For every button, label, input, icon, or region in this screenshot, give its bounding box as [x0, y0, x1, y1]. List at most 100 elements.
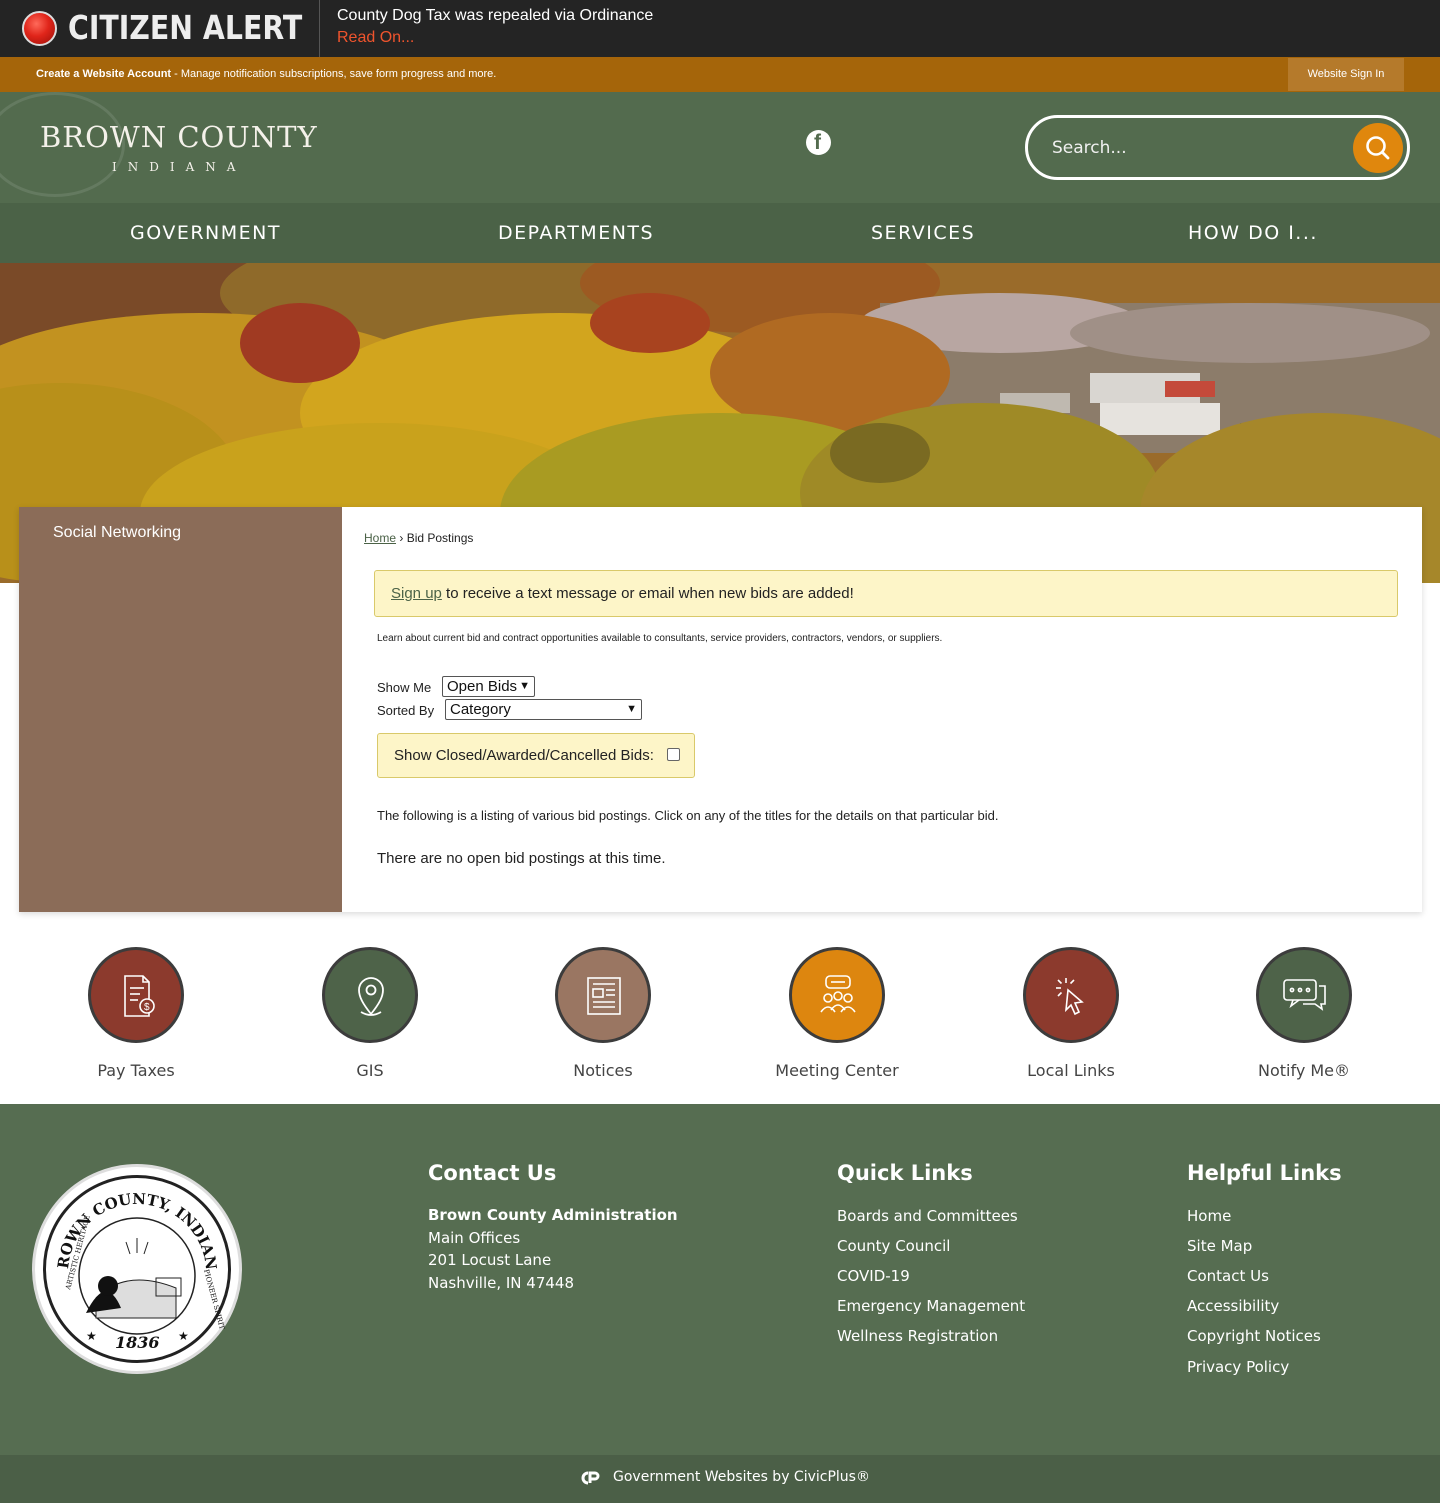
breadcrumb-current: Bid Postings — [406, 531, 474, 545]
chevron-down-icon: ▼ — [519, 680, 530, 692]
footer-link-boards[interactable]: Boards and Committees — [837, 1207, 1018, 1225]
breadcrumb: Home › Bid Postings — [364, 531, 473, 545]
closed-bids-checkbox[interactable] — [667, 748, 680, 761]
quick-links-heading: Quick Links — [837, 1161, 973, 1185]
quick-link-label: Local Links — [1027, 1061, 1115, 1080]
search-button[interactable] — [1353, 123, 1403, 173]
gis-circle[interactable] — [322, 947, 418, 1043]
quick-link-label: Notify Me® — [1257, 1061, 1351, 1080]
footer-link-emergency[interactable]: Emergency Management — [837, 1297, 1025, 1315]
alert-brand: CITIZEN ALERT — [0, 0, 320, 57]
breadcrumb-separator: › — [396, 531, 407, 545]
notify-me-circle[interactable] — [1256, 947, 1352, 1043]
show-me-label: Show Me — [377, 680, 432, 695]
empty-state-message: There are no open bid postings at this t… — [377, 850, 666, 867]
account-bar: Create a Website Account - Manage notifi… — [0, 57, 1440, 92]
svg-text:$: $ — [144, 1002, 150, 1013]
footer-link-covid[interactable]: COVID-19 — [837, 1267, 910, 1285]
main-nav: GOVERNMENT DEPARTMENTS SERVICES HOW DO I… — [0, 203, 1440, 263]
site-footer: BROWN COUNTY, INDIANA ARTISTIC HERITAGE … — [0, 1104, 1440, 1455]
nav-government[interactable]: GOVERNMENT — [130, 222, 281, 244]
intro-text: Learn about current bid and contract opp… — [377, 633, 943, 644]
site-header: BROWN COUNTY INDIANA f — [0, 92, 1440, 203]
helpful-links-heading: Helpful Links — [1187, 1161, 1342, 1185]
chevron-down-icon: ▼ — [626, 703, 637, 715]
county-seal[interactable]: BROWN COUNTY, INDIANA ARTISTIC HERITAGE … — [32, 1164, 242, 1374]
show-me-select[interactable]: Open Bids ▼ — [442, 676, 535, 697]
notices-circle[interactable] — [555, 947, 651, 1043]
content-card: Social Networking Home › Bid Postings Si… — [19, 507, 1422, 912]
contact-org: Brown County Administration — [428, 1206, 678, 1224]
sorted-by-value: Category — [450, 701, 511, 718]
account-text: Create a Website Account - Manage notifi… — [36, 68, 496, 80]
quick-link-meeting-center[interactable]: Meeting Center — [721, 947, 951, 1087]
footer-link-copyright[interactable]: Copyright Notices — [1187, 1327, 1321, 1345]
svg-text:★: ★ — [178, 1329, 189, 1343]
civicplus-credit-link[interactable]: Government Websites by CivicPlus® — [613, 1469, 870, 1485]
sidebar: Social Networking — [19, 507, 342, 912]
quick-link-local-links[interactable]: Local Links — [955, 947, 1185, 1087]
alert-title: CITIZEN ALERT — [68, 8, 303, 47]
nav-how-do-i[interactable]: HOW DO I... — [1188, 222, 1318, 244]
quick-link-pay-taxes[interactable]: $ Pay Taxes — [20, 947, 250, 1087]
meeting-center-circle[interactable] — [789, 947, 885, 1043]
contact-us-heading: Contact Us — [428, 1161, 557, 1185]
listing-description: The following is a listing of various bi… — [377, 808, 999, 823]
alert-message[interactable]: County Dog Tax was repealed via Ordinanc… — [337, 7, 653, 25]
breadcrumb-home-link[interactable]: Home — [364, 531, 396, 545]
logo-subtitle[interactable]: INDIANA — [112, 160, 246, 174]
closed-bids-filter: Show Closed/Awarded/Cancelled Bids: — [377, 733, 695, 778]
sorted-by-select[interactable]: Category ▼ — [445, 699, 642, 720]
quick-link-notices[interactable]: Notices — [487, 947, 717, 1087]
contact-line-1: Main Offices — [428, 1229, 521, 1247]
cursor-click-icon — [1056, 978, 1084, 1016]
quick-link-label: Pay Taxes — [97, 1061, 175, 1080]
civicplus-logo-icon[interactable] — [577, 1470, 603, 1486]
seal-year: 1836 — [115, 1333, 160, 1352]
sorted-by-label: Sorted By — [377, 703, 435, 718]
search-input[interactable] — [1052, 133, 1342, 163]
nav-services[interactable]: SERVICES — [871, 222, 975, 244]
footer-link-home[interactable]: Home — [1187, 1207, 1231, 1225]
tax-document-icon: $ — [124, 975, 155, 1017]
quick-link-label: GIS — [356, 1061, 384, 1080]
seal-ring: BROWN COUNTY, INDIANA ARTISTIC HERITAGE … — [43, 1175, 231, 1363]
logo-name[interactable]: BROWN COUNTY — [40, 120, 318, 154]
contact-line-3: Nashville, IN 47448 — [428, 1274, 575, 1292]
footer-link-county-council[interactable]: County Council — [837, 1237, 950, 1255]
seal-artwork: BROWN COUNTY, INDIANA ARTISTIC HERITAGE … — [46, 1178, 226, 1352]
quick-link-gis[interactable]: GIS — [254, 947, 484, 1087]
account-description: - Manage notification subscriptions, sav… — [171, 68, 497, 80]
closed-bids-label: Show Closed/Awarded/Cancelled Bids: — [394, 747, 654, 764]
create-account-link[interactable]: Create a Website Account — [36, 68, 171, 80]
newspaper-icon — [587, 977, 621, 1015]
signup-notice-text: to receive a text message or email when … — [441, 585, 854, 602]
footer-link-contact-us[interactable]: Contact Us — [1187, 1267, 1269, 1285]
footer-link-wellness[interactable]: Wellness Registration — [837, 1327, 998, 1345]
nav-departments[interactable]: DEPARTMENTS — [498, 222, 654, 244]
sign-in-button[interactable]: Website Sign In — [1288, 58, 1404, 91]
sign-up-link[interactable]: Sign up — [391, 585, 442, 602]
svg-text:★: ★ — [86, 1329, 97, 1343]
footer-link-privacy[interactable]: Privacy Policy — [1187, 1358, 1289, 1376]
sidebar-item-social-networking[interactable]: Social Networking — [53, 524, 181, 542]
quick-link-notify-me[interactable]: Notify Me® — [1188, 947, 1418, 1087]
footer-link-accessibility[interactable]: Accessibility — [1187, 1297, 1279, 1315]
facebook-icon[interactable]: f — [806, 130, 831, 155]
map-pin-icon — [358, 977, 384, 1016]
quick-link-label: Notices — [573, 1061, 633, 1080]
local-links-circle[interactable] — [1023, 947, 1119, 1043]
meeting-people-icon — [820, 975, 856, 1013]
footer-bottom-bar: Government Websites by CivicPlus® — [0, 1455, 1440, 1503]
quick-link-label: Meeting Center — [775, 1061, 899, 1080]
alert-read-on-link[interactable]: Read On... — [337, 29, 414, 47]
seal-right-text: PIONEER SPIRIT — [202, 1268, 226, 1330]
footer-link-site-map[interactable]: Site Map — [1187, 1237, 1252, 1255]
show-me-value: Open Bids — [447, 678, 518, 695]
pay-taxes-circle[interactable]: $ — [88, 947, 184, 1043]
search-box — [1025, 115, 1410, 180]
signup-notice: Sign up to receive a text message or ema… — [374, 570, 1398, 617]
alert-beacon-icon — [22, 11, 57, 46]
contact-line-2: 201 Locust Lane — [428, 1251, 552, 1269]
chat-bubble-icon — [1283, 979, 1326, 1011]
